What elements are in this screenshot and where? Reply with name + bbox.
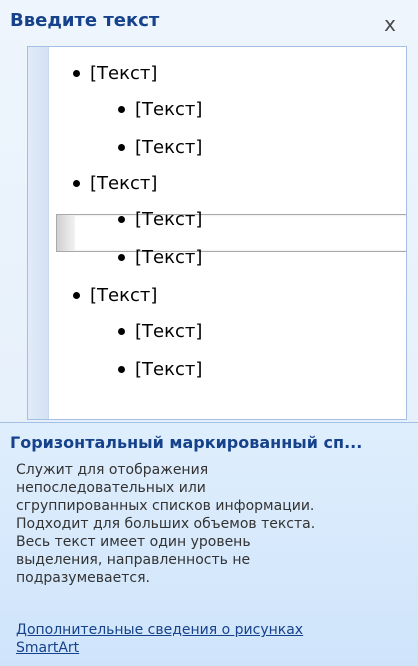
outline-item[interactable]: [Текст] xyxy=(118,201,202,237)
text-pane: Введите текст x [Текст] [Текст] [Текст] … xyxy=(0,0,418,666)
bullet-icon xyxy=(118,143,125,151)
bullet-icon xyxy=(118,253,125,261)
selected-row-marker xyxy=(57,215,75,251)
outline-editor[interactable]: [Текст] [Текст] [Текст] [Текст] [Текст] … xyxy=(27,46,407,420)
layout-description-text: Служит для отображения непоследовательны… xyxy=(16,461,402,587)
bullet-icon xyxy=(118,105,125,113)
bullet-icon xyxy=(118,215,125,223)
selected-row-highlight xyxy=(56,214,406,252)
bullet-icon xyxy=(118,327,125,335)
outline-item-text: [Текст] xyxy=(135,208,203,230)
outline-item-text: [Текст] xyxy=(90,172,158,194)
outline-item-text: [Текст] xyxy=(135,246,203,268)
outline-item-text: [Текст] xyxy=(135,358,203,380)
outline-item-text: [Текст] xyxy=(90,62,158,84)
outline-item-text: [Текст] xyxy=(135,320,203,342)
bullet-icon xyxy=(73,291,80,299)
outline-item[interactable]: [Текст] xyxy=(118,313,202,349)
outline-item[interactable]: [Текст] xyxy=(118,239,202,275)
description-line: сгруппированных списков информации. xyxy=(16,498,315,514)
bullet-icon xyxy=(73,69,80,77)
close-icon: x xyxy=(384,12,396,36)
smartart-help-link[interactable]: Дополнительные сведения о рисунках Smart… xyxy=(16,621,386,657)
pane-title: Введите текст xyxy=(10,10,160,31)
outline-item[interactable]: [Текст] xyxy=(73,277,157,313)
outline-item-text: [Текст] xyxy=(90,284,158,306)
description-line: Служит для отображения xyxy=(16,462,209,478)
outline-item-text: [Текст] xyxy=(135,98,203,120)
description-line: выделения, направленность не xyxy=(16,552,251,568)
outline-item[interactable]: [Текст] xyxy=(73,55,157,91)
outline-item-selected[interactable]: [Текст] xyxy=(73,165,157,201)
description-line: Весь текст имеет один уровень xyxy=(16,534,251,550)
link-line: SmartArt xyxy=(16,640,80,656)
layout-name: Горизонтальный маркированный сп... xyxy=(10,433,363,452)
link-line: Дополнительные сведения о рисунках xyxy=(16,622,304,638)
layout-description: Горизонтальный маркированный сп... Служи… xyxy=(0,422,418,666)
close-button[interactable]: x xyxy=(378,12,402,36)
description-line: непоследовательных или xyxy=(16,480,206,496)
bullet-icon xyxy=(73,179,80,187)
description-line: подразумевается. xyxy=(16,570,150,586)
description-line: Подходит для больших объемов текста. xyxy=(16,516,316,532)
outline-item[interactable]: [Текст] xyxy=(118,129,202,165)
outline-item-text: [Текст] xyxy=(135,136,203,158)
outline-item[interactable]: [Текст] xyxy=(118,351,202,387)
bullet-icon xyxy=(118,365,125,373)
outline-rail xyxy=(28,47,49,419)
outline-item[interactable]: [Текст] xyxy=(118,91,202,127)
